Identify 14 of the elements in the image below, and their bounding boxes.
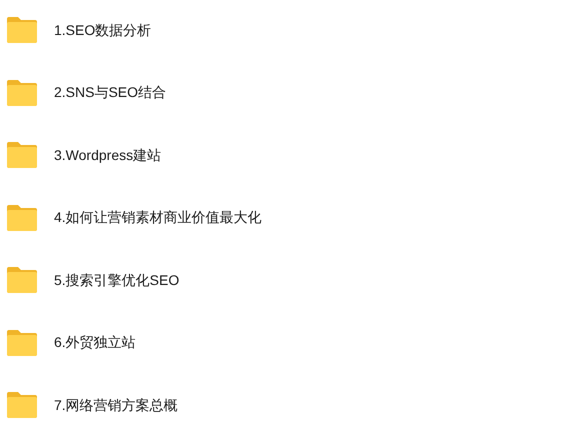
folder-name[interactable]: 5.搜索引擎优化SEO — [54, 270, 180, 290]
folder-icon — [6, 328, 38, 356]
folder-name[interactable]: 3.Wordpress建站 — [54, 144, 162, 166]
folder-icon — [6, 391, 38, 419]
folder-icon — [6, 141, 38, 169]
folder-icon — [6, 204, 38, 232]
folder-name[interactable]: 1.SEO数据分析 — [54, 20, 152, 40]
folder-name[interactable]: 7.网络营销方案总概 — [54, 394, 178, 416]
folder-name[interactable]: 6.外贸独立站 — [54, 332, 136, 353]
folder-icon — [6, 78, 38, 106]
folder-icon — [6, 16, 38, 44]
folder-name[interactable]: 2.SNS与SEO结合 — [54, 82, 166, 103]
folder-icon — [6, 266, 38, 294]
folder-name[interactable]: 4.如何让营销素材商业价值最大化 — [54, 207, 262, 228]
